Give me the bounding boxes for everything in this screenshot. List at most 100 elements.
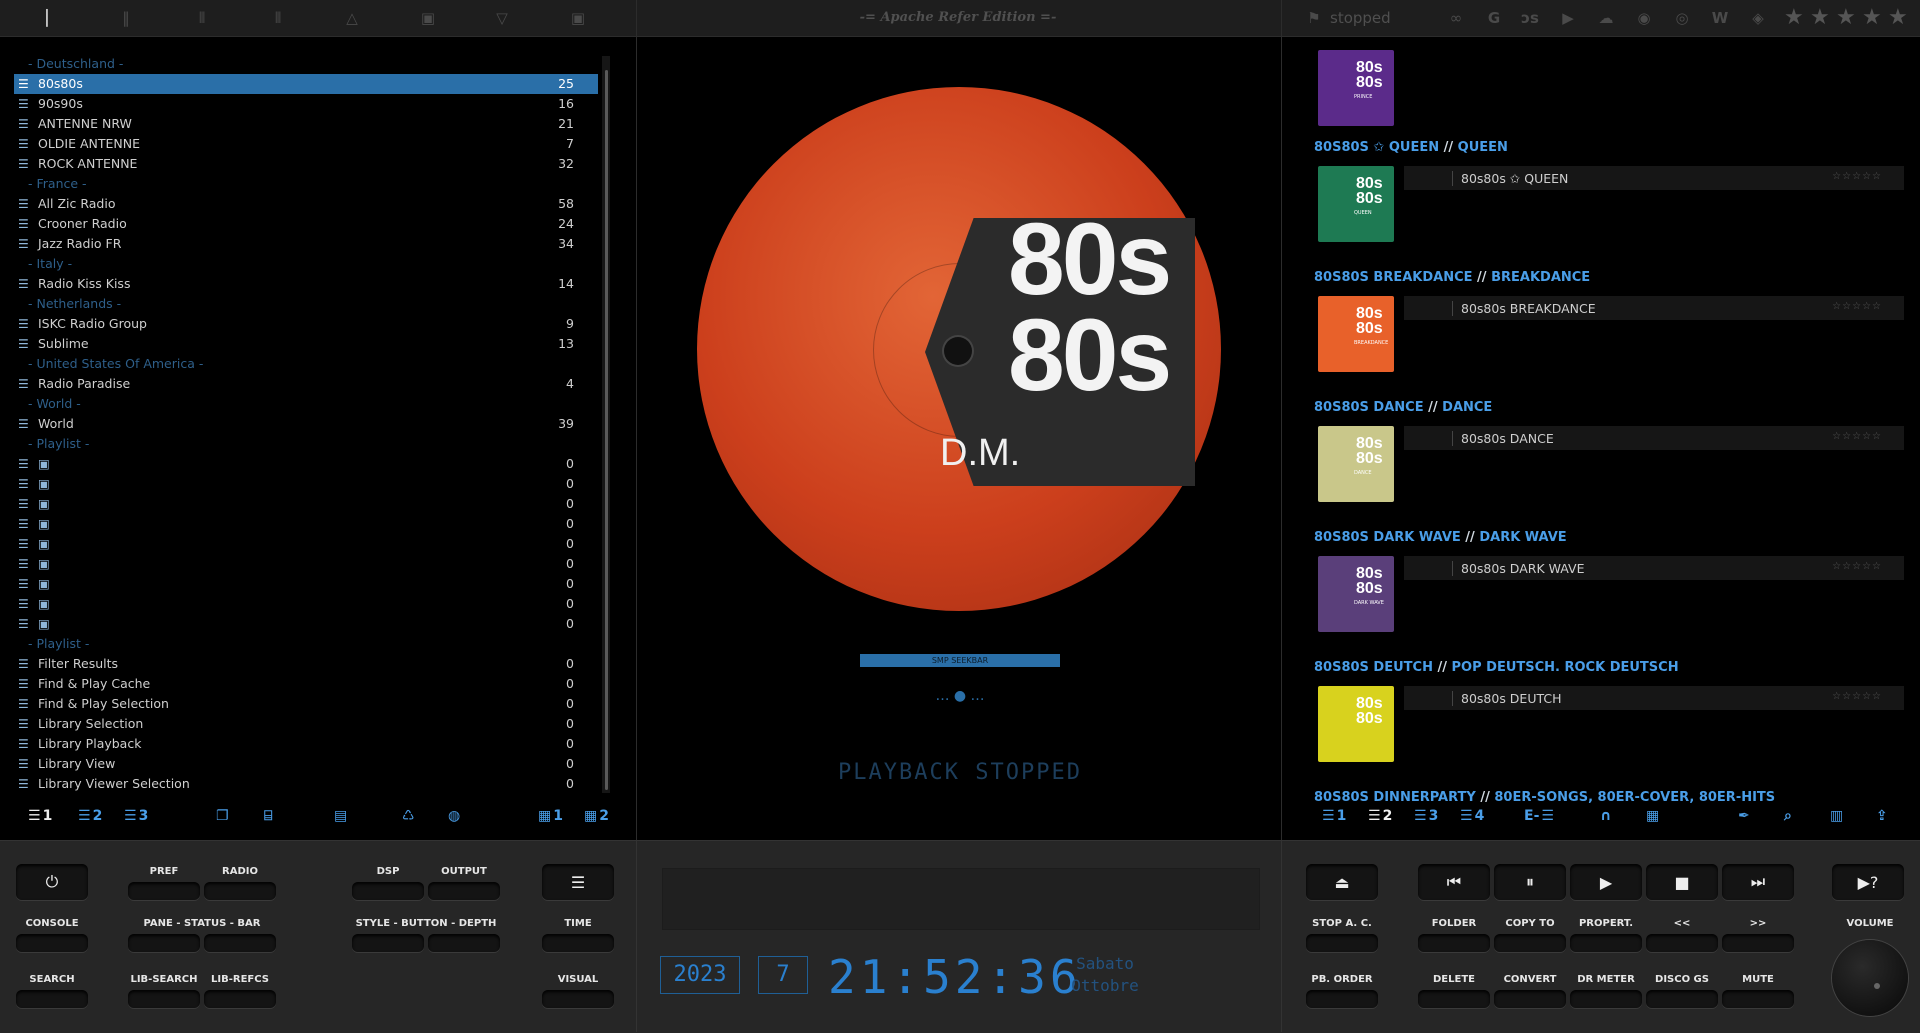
playlist-item[interactable]: ☰ ISKC Radio Group 9 [14, 314, 598, 334]
playlist-item[interactable]: ☰ ▣ 0 [14, 514, 598, 534]
radio-icon[interactable]: ▤ [334, 804, 347, 828]
playlist-item[interactable]: ☰ Crooner Radio 24 [14, 214, 598, 234]
album-header[interactable]: 80S80S DEUTCH // POP DEUTSCH. ROCK DEUTS… [1314, 660, 1679, 676]
playlist-item[interactable]: ☰ ▣ 0 [14, 494, 598, 514]
playlist-item[interactable]: ☰ OLDIE ANTENNE 7 [14, 134, 598, 154]
track-rating[interactable]: ☆☆☆☆☆ [1832, 171, 1882, 182]
seek-back-button[interactable] [1646, 934, 1718, 952]
scrollbar-thumb[interactable] [605, 70, 608, 790]
disco-gs-button[interactable] [1646, 990, 1718, 1008]
rating-star-icon[interactable]: ★ [1836, 7, 1858, 29]
pin-icon[interactable]: ✒ [1738, 804, 1750, 828]
previous-button[interactable]: ⏮ [1418, 864, 1490, 900]
playlist-item[interactable]: ☰ Library Playback 0 [14, 734, 598, 754]
playlist-item[interactable]: ☰ ▣ 0 [14, 554, 598, 574]
view-3-button[interactable]: ☰ 3 [1414, 804, 1438, 828]
time-button[interactable] [542, 934, 614, 952]
track-row[interactable]: 80s80s DANCE ☆☆☆☆☆ [1404, 426, 1904, 450]
dr-meter-button[interactable] [1570, 990, 1642, 1008]
rating-star-icon[interactable]: ★ [1784, 7, 1806, 29]
playlist-item[interactable]: ☰ All Zic Radio 58 [14, 194, 598, 214]
spotify-icon[interactable]: ◉ [1634, 8, 1654, 28]
track-row[interactable]: 80s80s BREAKDANCE ☆☆☆☆☆ [1404, 296, 1904, 320]
playlist-view-1-button[interactable]: ☰ 1 [28, 804, 52, 828]
up-icon[interactable]: △ [342, 8, 362, 28]
playlist-item[interactable]: ☰ 90s90s 16 [14, 94, 598, 114]
grid-icon[interactable]: ▦ [1646, 804, 1659, 828]
album-thumbnail[interactable]: 80s 80s [1318, 686, 1394, 762]
properties-button[interactable] [1570, 934, 1642, 952]
layout-b-button[interactable]: ▦ 2 [584, 804, 609, 828]
playlist-item[interactable]: ☰ Library Viewer Selection 0 [14, 774, 598, 794]
track-rating[interactable]: ☆☆☆☆☆ [1832, 561, 1882, 572]
playlist-group-header[interactable]: - France - [14, 174, 598, 194]
podcast-icon[interactable]: ◈ [1748, 8, 1768, 28]
track-rating[interactable]: ☆☆☆☆☆ [1832, 431, 1882, 442]
view-2-button[interactable]: ☰ 2 [1368, 804, 1392, 828]
album-thumbnail[interactable]: 80s 80s DARK WAVE [1318, 556, 1394, 632]
playlist-group-header[interactable]: - Netherlands - [14, 294, 598, 314]
playlist-view-3-button[interactable]: ☰ 3 [124, 804, 148, 828]
playlist-item[interactable]: ☰ ▣ 0 [14, 594, 598, 614]
layout-2-icon[interactable]: ‖ [116, 8, 136, 28]
full-icon[interactable]: ▣ [568, 8, 588, 28]
lib-search-button[interactable] [128, 990, 200, 1008]
playlist-item[interactable]: ☰ Library Selection 0 [14, 714, 598, 734]
playlist-item[interactable]: ☰ ▣ 0 [14, 534, 598, 554]
playlist-item[interactable]: ☰ ▣ 0 [14, 574, 598, 594]
dsp-button[interactable] [352, 882, 424, 900]
seekbar[interactable]: SMP SEEKBAR [860, 654, 1060, 667]
output-button[interactable] [428, 882, 500, 900]
playlist-group-header[interactable]: - Deutschland - [14, 54, 598, 74]
lib-refcs-button[interactable] [204, 990, 276, 1008]
playlist-item[interactable]: ☰ ROCK ANTENNE 32 [14, 154, 598, 174]
pager-dots[interactable]: … ● … [916, 688, 1004, 708]
folder-icon[interactable]: ❐ [216, 804, 229, 828]
help-button[interactable]: ▶? [1832, 864, 1904, 900]
playlist-item[interactable]: ☰ Library View 0 [14, 754, 598, 774]
soundcloud-icon[interactable]: ☁ [1596, 8, 1616, 28]
track-row[interactable]: 80s80s DEUTCH ☆☆☆☆☆ [1404, 686, 1904, 710]
playlist-item[interactable]: ☰ Jazz Radio FR 34 [14, 234, 598, 254]
play-button[interactable]: ▶ [1570, 864, 1642, 900]
album-header[interactable]: 80S80S DINNERPARTY // 80ER-SONGS, 80ER-C… [1314, 790, 1775, 806]
playlist-item[interactable]: ☰ ANTENNE NRW 21 [14, 114, 598, 134]
rating-star-icon[interactable]: ★ [1862, 7, 1884, 29]
stop-ac-button[interactable] [1306, 934, 1378, 952]
playlist-item[interactable]: ☰ World 39 [14, 414, 598, 434]
playlist-item[interactable]: ☰ Radio Paradise 4 [14, 374, 598, 394]
track-row[interactable]: 80s80s DARK WAVE ☆☆☆☆☆ [1404, 556, 1904, 580]
playlist-group-header[interactable]: - Playlist - [14, 634, 598, 654]
playlist-group-header[interactable]: - World - [14, 394, 598, 414]
globe-icon[interactable]: ◍ [448, 804, 460, 828]
playlist-group-header[interactable]: - United States Of America - [14, 354, 598, 374]
album-thumbnail[interactable]: 80s 80s QUEEN [1318, 166, 1394, 242]
layout-3-icon[interactable]: ⦀ [192, 8, 212, 28]
playlist-item[interactable]: ☰ Filter Results 0 [14, 654, 598, 674]
album-thumbnail[interactable]: 80s 80s BREAKDANCE [1318, 296, 1394, 372]
album-thumbnail[interactable]: 80s 80s PRINCE [1318, 50, 1394, 126]
center-icon[interactable]: ▣ [418, 8, 438, 28]
headphones-icon[interactable]: ∩ [1600, 804, 1611, 828]
folder-button[interactable] [1418, 934, 1490, 952]
trash-icon[interactable]: ▥ [1830, 804, 1843, 828]
down-icon[interactable]: ▽ [492, 8, 512, 28]
next-button[interactable]: ⏭ [1722, 864, 1794, 900]
status-bar-button[interactable] [204, 934, 276, 952]
playlist-item[interactable]: ☰ Sublime 13 [14, 334, 598, 354]
track-rating[interactable]: ☆☆☆☆☆ [1832, 691, 1882, 702]
radio-button[interactable] [204, 882, 276, 900]
record-icon[interactable]: ◎ [1672, 8, 1692, 28]
pause-button[interactable]: ⏸ [1494, 864, 1566, 900]
track-rating[interactable]: ☆☆☆☆☆ [1832, 301, 1882, 312]
playlist-item[interactable]: ☰ ▣ 0 [14, 474, 598, 494]
stop-button[interactable]: ■ [1646, 864, 1718, 900]
album-header[interactable]: 80S80S ✩ QUEEN // QUEEN [1314, 140, 1508, 156]
flag-icon[interactable]: ⚑ [1304, 8, 1324, 28]
upload-icon[interactable]: ⇪ [1876, 804, 1888, 828]
visual-button[interactable] [542, 990, 614, 1008]
pane-button[interactable] [128, 934, 200, 952]
lastfm-icon[interactable]: ɔs [1520, 8, 1540, 28]
book-icon[interactable]: ⌸ [264, 804, 272, 828]
power-button[interactable]: ⏻ [16, 864, 88, 900]
